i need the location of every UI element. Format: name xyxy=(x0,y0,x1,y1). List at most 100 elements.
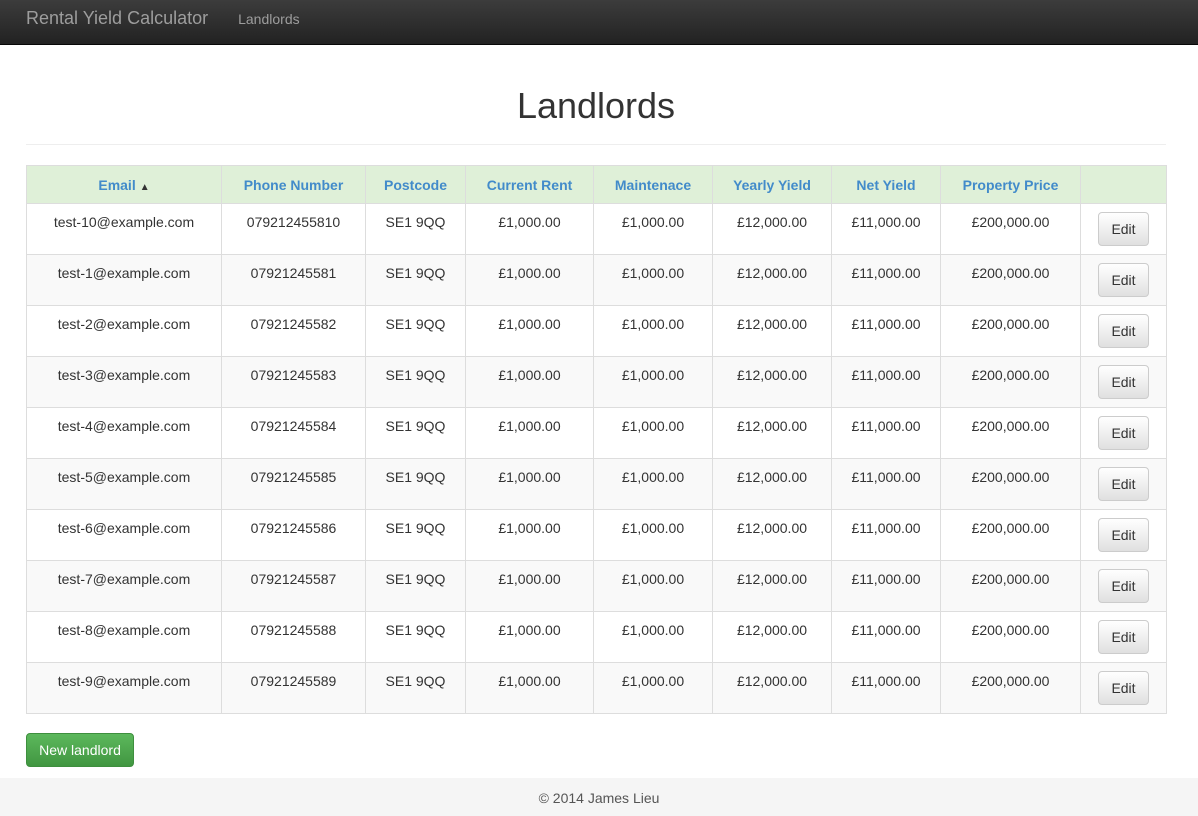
table-row: test-8@example.com 07921245588 SE1 9QQ £… xyxy=(26,611,1167,663)
sort-link-postcode[interactable]: Postcode xyxy=(384,177,447,193)
table-header-row: Email ▲ Phone Number Postcode Current Ren… xyxy=(26,165,1167,204)
cell-current-rent: £1,000.00 xyxy=(465,305,594,357)
new-landlord-button[interactable]: New landlord xyxy=(26,733,134,767)
cell-maintenance: £1,000.00 xyxy=(593,560,713,612)
cell-current-rent: £1,000.00 xyxy=(465,509,594,561)
landlords-table-container: Email ▲ Phone Number Postcode Current Ren… xyxy=(26,165,1167,714)
column-header-yearly-yield[interactable]: Yearly Yield xyxy=(712,165,832,204)
column-header-current-rent[interactable]: Current Rent xyxy=(465,165,594,204)
nav-link-landlords[interactable]: Landlords xyxy=(238,11,300,27)
cell-phone: 079212455810 xyxy=(221,203,366,255)
edit-button[interactable]: Edit xyxy=(1098,569,1149,603)
brand-link[interactable]: Rental Yield Calculator xyxy=(26,8,208,29)
cell-postcode: SE1 9QQ xyxy=(365,662,466,714)
cell-maintenance: £1,000.00 xyxy=(593,407,713,459)
cell-current-rent: £1,000.00 xyxy=(465,203,594,255)
cell-email: test-9@example.com xyxy=(26,662,222,714)
cell-property-price: £200,000.00 xyxy=(940,611,1081,663)
edit-button[interactable]: Edit xyxy=(1098,518,1149,552)
sort-link-net-yield[interactable]: Net Yield xyxy=(856,177,915,193)
cell-email: test-5@example.com xyxy=(26,458,222,510)
cell-yearly-yield: £12,000.00 xyxy=(712,560,832,612)
column-header-actions xyxy=(1080,165,1167,204)
edit-button[interactable]: Edit xyxy=(1098,263,1149,297)
column-header-phone[interactable]: Phone Number xyxy=(221,165,366,204)
table-row: test-2@example.com 07921245582 SE1 9QQ £… xyxy=(26,305,1167,357)
cell-property-price: £200,000.00 xyxy=(940,407,1081,459)
cell-email: test-7@example.com xyxy=(26,560,222,612)
cell-property-price: £200,000.00 xyxy=(940,203,1081,255)
cell-yearly-yield: £12,000.00 xyxy=(712,458,832,510)
cell-net-yield: £11,000.00 xyxy=(831,254,941,306)
sort-link-phone[interactable]: Phone Number xyxy=(244,177,344,193)
cell-property-price: £200,000.00 xyxy=(940,509,1081,561)
cell-net-yield: £11,000.00 xyxy=(831,611,941,663)
column-header-property-price[interactable]: Property Price xyxy=(940,165,1081,204)
sort-link-property-price[interactable]: Property Price xyxy=(963,177,1059,193)
edit-button[interactable]: Edit xyxy=(1098,671,1149,705)
cell-postcode: SE1 9QQ xyxy=(365,356,466,408)
cell-maintenance: £1,000.00 xyxy=(593,611,713,663)
table-row: test-10@example.com 079212455810 SE1 9QQ… xyxy=(26,203,1167,255)
table-body: test-10@example.com 079212455810 SE1 9QQ… xyxy=(26,203,1167,714)
cell-actions: Edit xyxy=(1080,356,1167,408)
sort-link-maintenance[interactable]: Maintenace xyxy=(615,177,691,193)
sort-link-email[interactable]: Email xyxy=(98,177,135,193)
table-row: test-3@example.com 07921245583 SE1 9QQ £… xyxy=(26,356,1167,408)
landlords-table: Email ▲ Phone Number Postcode Current Ren… xyxy=(26,165,1167,714)
cell-phone: 07921245589 xyxy=(221,662,366,714)
column-header-email[interactable]: Email ▲ xyxy=(26,165,222,204)
cell-postcode: SE1 9QQ xyxy=(365,407,466,459)
cell-net-yield: £11,000.00 xyxy=(831,203,941,255)
edit-button[interactable]: Edit xyxy=(1098,212,1149,246)
cell-phone: 07921245585 xyxy=(221,458,366,510)
cell-email: test-3@example.com xyxy=(26,356,222,408)
cell-email: test-1@example.com xyxy=(26,254,222,306)
cell-current-rent: £1,000.00 xyxy=(465,356,594,408)
sort-link-yearly-yield[interactable]: Yearly Yield xyxy=(733,177,811,193)
sort-link-current-rent[interactable]: Current Rent xyxy=(487,177,573,193)
cell-actions: Edit xyxy=(1080,203,1167,255)
cell-phone: 07921245588 xyxy=(221,611,366,663)
cell-yearly-yield: £12,000.00 xyxy=(712,305,832,357)
edit-button[interactable]: Edit xyxy=(1098,365,1149,399)
cell-email: test-8@example.com xyxy=(26,611,222,663)
page-title: Landlords xyxy=(516,85,676,126)
cell-property-price: £200,000.00 xyxy=(940,458,1081,510)
cell-actions: Edit xyxy=(1080,458,1167,510)
edit-button[interactable]: Edit xyxy=(1098,416,1149,450)
cell-maintenance: £1,000.00 xyxy=(593,305,713,357)
edit-button[interactable]: Edit xyxy=(1098,467,1149,501)
cell-yearly-yield: £12,000.00 xyxy=(712,662,832,714)
cell-property-price: £200,000.00 xyxy=(940,662,1081,714)
edit-button[interactable]: Edit xyxy=(1098,620,1149,654)
cell-maintenance: £1,000.00 xyxy=(593,458,713,510)
cell-yearly-yield: £12,000.00 xyxy=(712,254,832,306)
cell-maintenance: £1,000.00 xyxy=(593,509,713,561)
cell-phone: 07921245586 xyxy=(221,509,366,561)
table-row: test-7@example.com 07921245587 SE1 9QQ £… xyxy=(26,560,1167,612)
cell-net-yield: £11,000.00 xyxy=(831,560,941,612)
column-header-net-yield[interactable]: Net Yield xyxy=(831,165,941,204)
cell-postcode: SE1 9QQ xyxy=(365,458,466,510)
cell-actions: Edit xyxy=(1080,407,1167,459)
cell-postcode: SE1 9QQ xyxy=(365,254,466,306)
cell-current-rent: £1,000.00 xyxy=(465,254,594,306)
column-header-maintenance[interactable]: Maintenace xyxy=(593,165,713,204)
edit-button[interactable]: Edit xyxy=(1098,314,1149,348)
cell-net-yield: £11,000.00 xyxy=(831,509,941,561)
footer-copyright: © 2014 James Lieu xyxy=(538,790,660,806)
cell-current-rent: £1,000.00 xyxy=(465,662,594,714)
cell-actions: Edit xyxy=(1080,662,1167,714)
cell-actions: Edit xyxy=(1080,560,1167,612)
cell-maintenance: £1,000.00 xyxy=(593,662,713,714)
cell-postcode: SE1 9QQ xyxy=(365,305,466,357)
cell-postcode: SE1 9QQ xyxy=(365,560,466,612)
cell-actions: Edit xyxy=(1080,611,1167,663)
cell-email: test-4@example.com xyxy=(26,407,222,459)
table-row: test-1@example.com 07921245581 SE1 9QQ £… xyxy=(26,254,1167,306)
cell-net-yield: £11,000.00 xyxy=(831,305,941,357)
cell-postcode: SE1 9QQ xyxy=(365,611,466,663)
column-header-postcode[interactable]: Postcode xyxy=(365,165,466,204)
cell-current-rent: £1,000.00 xyxy=(465,407,594,459)
